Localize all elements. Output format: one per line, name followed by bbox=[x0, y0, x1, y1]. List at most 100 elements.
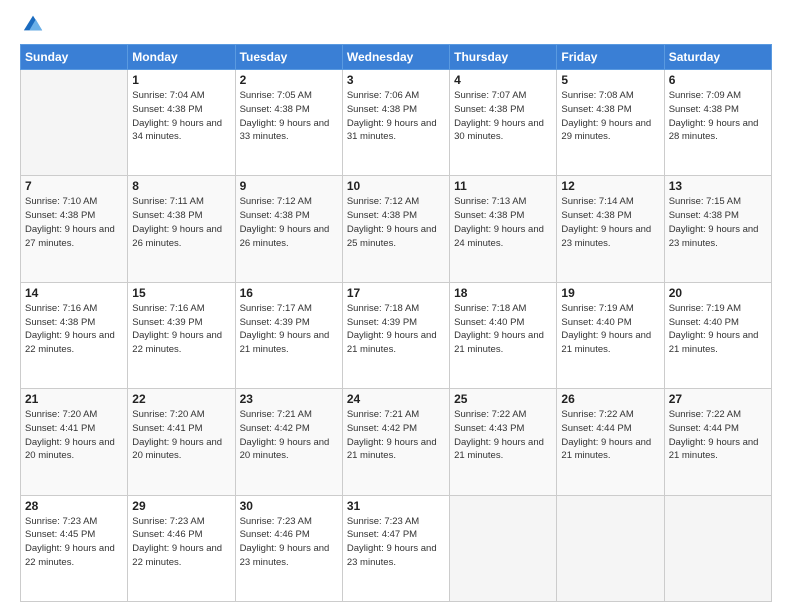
day-number: 13 bbox=[669, 179, 767, 193]
calendar-cell: 17 Sunrise: 7:18 AMSunset: 4:39 PMDayligh… bbox=[342, 282, 449, 388]
day-number: 16 bbox=[240, 286, 338, 300]
calendar-cell: 8 Sunrise: 7:11 AMSunset: 4:38 PMDaylight… bbox=[128, 176, 235, 282]
calendar-cell: 14 Sunrise: 7:16 AMSunset: 4:38 PMDayligh… bbox=[21, 282, 128, 388]
calendar-week-row: 7 Sunrise: 7:10 AMSunset: 4:38 PMDaylight… bbox=[21, 176, 772, 282]
day-number: 12 bbox=[561, 179, 659, 193]
day-header-wednesday: Wednesday bbox=[342, 45, 449, 70]
day-info: Sunrise: 7:11 AMSunset: 4:38 PMDaylight:… bbox=[132, 195, 230, 250]
day-number: 27 bbox=[669, 392, 767, 406]
day-info: Sunrise: 7:23 AMSunset: 4:47 PMDaylight:… bbox=[347, 515, 445, 570]
day-info: Sunrise: 7:21 AMSunset: 4:42 PMDaylight:… bbox=[347, 408, 445, 463]
calendar-cell: 1 Sunrise: 7:04 AMSunset: 4:38 PMDaylight… bbox=[128, 70, 235, 176]
calendar-cell: 10 Sunrise: 7:12 AMSunset: 4:38 PMDayligh… bbox=[342, 176, 449, 282]
calendar-cell: 3 Sunrise: 7:06 AMSunset: 4:38 PMDaylight… bbox=[342, 70, 449, 176]
day-number: 23 bbox=[240, 392, 338, 406]
day-number: 19 bbox=[561, 286, 659, 300]
day-info: Sunrise: 7:12 AMSunset: 4:38 PMDaylight:… bbox=[240, 195, 338, 250]
day-info: Sunrise: 7:22 AMSunset: 4:43 PMDaylight:… bbox=[454, 408, 552, 463]
day-info: Sunrise: 7:12 AMSunset: 4:38 PMDaylight:… bbox=[347, 195, 445, 250]
calendar-cell: 12 Sunrise: 7:14 AMSunset: 4:38 PMDayligh… bbox=[557, 176, 664, 282]
calendar-cell bbox=[450, 495, 557, 601]
day-info: Sunrise: 7:19 AMSunset: 4:40 PMDaylight:… bbox=[669, 302, 767, 357]
day-info: Sunrise: 7:15 AMSunset: 4:38 PMDaylight:… bbox=[669, 195, 767, 250]
header bbox=[20, 16, 772, 34]
day-number: 1 bbox=[132, 73, 230, 87]
calendar-cell: 7 Sunrise: 7:10 AMSunset: 4:38 PMDaylight… bbox=[21, 176, 128, 282]
day-number: 28 bbox=[25, 499, 123, 513]
day-number: 14 bbox=[25, 286, 123, 300]
day-info: Sunrise: 7:18 AMSunset: 4:40 PMDaylight:… bbox=[454, 302, 552, 357]
day-header-tuesday: Tuesday bbox=[235, 45, 342, 70]
day-number: 10 bbox=[347, 179, 445, 193]
day-info: Sunrise: 7:18 AMSunset: 4:39 PMDaylight:… bbox=[347, 302, 445, 357]
calendar-cell: 15 Sunrise: 7:16 AMSunset: 4:39 PMDayligh… bbox=[128, 282, 235, 388]
calendar-cell: 24 Sunrise: 7:21 AMSunset: 4:42 PMDayligh… bbox=[342, 389, 449, 495]
day-info: Sunrise: 7:23 AMSunset: 4:46 PMDaylight:… bbox=[240, 515, 338, 570]
calendar-cell: 11Sunrise: 7:13 AMSunset: 4:38 PMDayligh… bbox=[450, 176, 557, 282]
calendar-cell: 6Sunrise: 7:09 AMSunset: 4:38 PMDaylight… bbox=[664, 70, 771, 176]
calendar-cell bbox=[557, 495, 664, 601]
day-number: 8 bbox=[132, 179, 230, 193]
calendar-cell: 9 Sunrise: 7:12 AMSunset: 4:38 PMDaylight… bbox=[235, 176, 342, 282]
calendar-cell: 4Sunrise: 7:07 AMSunset: 4:38 PMDaylight… bbox=[450, 70, 557, 176]
calendar-cell: 28Sunrise: 7:23 AMSunset: 4:45 PMDayligh… bbox=[21, 495, 128, 601]
day-header-saturday: Saturday bbox=[664, 45, 771, 70]
calendar-week-row: 14 Sunrise: 7:16 AMSunset: 4:38 PMDayligh… bbox=[21, 282, 772, 388]
day-number: 9 bbox=[240, 179, 338, 193]
day-number: 11 bbox=[454, 179, 552, 193]
calendar-cell: 16 Sunrise: 7:17 AMSunset: 4:39 PMDayligh… bbox=[235, 282, 342, 388]
day-number: 24 bbox=[347, 392, 445, 406]
day-info: Sunrise: 7:22 AMSunset: 4:44 PMDaylight:… bbox=[561, 408, 659, 463]
day-info: Sunrise: 7:06 AMSunset: 4:38 PMDaylight:… bbox=[347, 89, 445, 144]
logo-icon bbox=[22, 12, 44, 34]
calendar-cell: 13 Sunrise: 7:15 AMSunset: 4:38 PMDayligh… bbox=[664, 176, 771, 282]
calendar-cell: 2 Sunrise: 7:05 AMSunset: 4:38 PMDaylight… bbox=[235, 70, 342, 176]
day-number: 25 bbox=[454, 392, 552, 406]
day-number: 4 bbox=[454, 73, 552, 87]
day-header-thursday: Thursday bbox=[450, 45, 557, 70]
calendar-cell: 21 Sunrise: 7:20 AMSunset: 4:41 PMDayligh… bbox=[21, 389, 128, 495]
day-info: Sunrise: 7:16 AMSunset: 4:38 PMDaylight:… bbox=[25, 302, 123, 357]
day-info: Sunrise: 7:08 AMSunset: 4:38 PMDaylight:… bbox=[561, 89, 659, 144]
day-number: 2 bbox=[240, 73, 338, 87]
day-number: 20 bbox=[669, 286, 767, 300]
day-number: 3 bbox=[347, 73, 445, 87]
calendar-cell: 5 Sunrise: 7:08 AMSunset: 4:38 PMDaylight… bbox=[557, 70, 664, 176]
day-number: 18 bbox=[454, 286, 552, 300]
day-number: 17 bbox=[347, 286, 445, 300]
day-info: Sunrise: 7:20 AMSunset: 4:41 PMDaylight:… bbox=[25, 408, 123, 463]
calendar-cell: 25 Sunrise: 7:22 AMSunset: 4:43 PMDayligh… bbox=[450, 389, 557, 495]
calendar-table: SundayMondayTuesdayWednesdayThursdayFrid… bbox=[20, 44, 772, 602]
day-number: 30 bbox=[240, 499, 338, 513]
calendar-cell: 22 Sunrise: 7:20 AMSunset: 4:41 PMDayligh… bbox=[128, 389, 235, 495]
day-number: 21 bbox=[25, 392, 123, 406]
calendar-cell: 29Sunrise: 7:23 AMSunset: 4:46 PMDayligh… bbox=[128, 495, 235, 601]
day-info: Sunrise: 7:10 AMSunset: 4:38 PMDaylight:… bbox=[25, 195, 123, 250]
day-number: 15 bbox=[132, 286, 230, 300]
page: SundayMondayTuesdayWednesdayThursdayFrid… bbox=[0, 0, 792, 612]
day-info: Sunrise: 7:17 AMSunset: 4:39 PMDaylight:… bbox=[240, 302, 338, 357]
day-number: 7 bbox=[25, 179, 123, 193]
calendar-cell: 26 Sunrise: 7:22 AMSunset: 4:44 PMDayligh… bbox=[557, 389, 664, 495]
day-number: 31 bbox=[347, 499, 445, 513]
calendar-week-row: 1 Sunrise: 7:04 AMSunset: 4:38 PMDaylight… bbox=[21, 70, 772, 176]
day-info: Sunrise: 7:21 AMSunset: 4:42 PMDaylight:… bbox=[240, 408, 338, 463]
day-number: 5 bbox=[561, 73, 659, 87]
day-info: Sunrise: 7:20 AMSunset: 4:41 PMDaylight:… bbox=[132, 408, 230, 463]
day-info: Sunrise: 7:05 AMSunset: 4:38 PMDaylight:… bbox=[240, 89, 338, 144]
calendar-cell: 27Sunrise: 7:22 AMSunset: 4:44 PMDayligh… bbox=[664, 389, 771, 495]
calendar-cell: 23 Sunrise: 7:21 AMSunset: 4:42 PMDayligh… bbox=[235, 389, 342, 495]
calendar-cell: 30 Sunrise: 7:23 AMSunset: 4:46 PMDayligh… bbox=[235, 495, 342, 601]
day-info: Sunrise: 7:14 AMSunset: 4:38 PMDaylight:… bbox=[561, 195, 659, 250]
day-number: 22 bbox=[132, 392, 230, 406]
day-info: Sunrise: 7:16 AMSunset: 4:39 PMDaylight:… bbox=[132, 302, 230, 357]
day-info: Sunrise: 7:04 AMSunset: 4:38 PMDaylight:… bbox=[132, 89, 230, 144]
calendar-cell: 19Sunrise: 7:19 AMSunset: 4:40 PMDayligh… bbox=[557, 282, 664, 388]
calendar-week-row: 21 Sunrise: 7:20 AMSunset: 4:41 PMDayligh… bbox=[21, 389, 772, 495]
day-number: 26 bbox=[561, 392, 659, 406]
calendar-cell: 20 Sunrise: 7:19 AMSunset: 4:40 PMDayligh… bbox=[664, 282, 771, 388]
day-number: 6 bbox=[669, 73, 767, 87]
day-header-friday: Friday bbox=[557, 45, 664, 70]
calendar-week-row: 28Sunrise: 7:23 AMSunset: 4:45 PMDayligh… bbox=[21, 495, 772, 601]
calendar-header-row: SundayMondayTuesdayWednesdayThursdayFrid… bbox=[21, 45, 772, 70]
